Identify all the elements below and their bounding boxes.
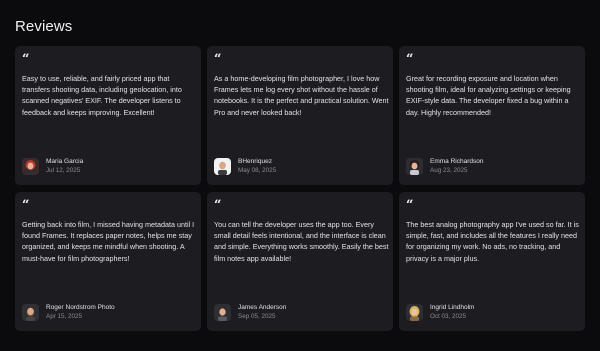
author-name: Maria Garcia	[46, 158, 84, 165]
review-card: “ Easy to use, reliable, and fairly pric…	[15, 46, 201, 185]
quote-icon: “	[406, 198, 414, 213]
avatar	[22, 157, 39, 175]
review-date: Apr 15, 2025	[46, 313, 83, 320]
review-card: “ Great for recording exposure and locat…	[399, 46, 585, 185]
page-title: Reviews	[15, 18, 73, 35]
author-name: James Anderson	[238, 304, 287, 311]
quote-icon: “	[22, 52, 30, 67]
avatar	[406, 157, 423, 175]
quote-icon: “	[214, 198, 222, 213]
review-date: Jul 12, 2025	[46, 167, 81, 174]
review-author: Emma Richardson Aug 23, 2025	[406, 157, 483, 175]
quote-icon: “	[22, 198, 30, 213]
review-card: “ You can tell the developer uses the ap…	[207, 192, 393, 331]
avatar	[22, 303, 39, 321]
quote-icon: “	[214, 52, 222, 67]
review-text: You can tell the developer uses the app …	[214, 220, 389, 263]
review-date: Sep 05, 2025	[238, 313, 276, 320]
review-author: James Anderson Sep 05, 2025	[214, 303, 286, 321]
review-author: Ingrid Lindholm Oct 03, 2025	[406, 303, 474, 321]
avatar	[406, 303, 423, 321]
review-card: “ Getting back into film, I missed havin…	[15, 192, 201, 331]
author-name: Ingrid Lindholm	[430, 304, 475, 311]
avatar	[214, 303, 231, 321]
author-name: Emma Richardson	[430, 158, 484, 165]
avatar	[214, 157, 231, 175]
review-text: The best analog photography app I've use…	[406, 220, 579, 263]
review-text: Easy to use, reliable, and fairly priced…	[22, 74, 182, 117]
review-text: As a home-developing film photographer, …	[214, 74, 389, 117]
review-date: May 08, 2025	[238, 167, 277, 174]
review-author: Roger Nordstrom Photo Apr 15, 2025	[22, 303, 115, 321]
review-date: Aug 23, 2025	[430, 167, 468, 174]
author-name: Roger Nordstrom Photo	[46, 304, 115, 311]
review-card: “ As a home-developing film photographer…	[207, 46, 393, 185]
review-date: Oct 03, 2025	[430, 313, 467, 320]
review-author: Maria Garcia Jul 12, 2025	[22, 157, 83, 175]
reviews-page: Reviews “ Easy to use, reliable, and fai…	[0, 0, 600, 351]
quote-icon: “	[406, 52, 414, 67]
reviews-grid: “ Easy to use, reliable, and fairly pric…	[15, 46, 585, 331]
author-name: BHenriquez	[238, 158, 272, 165]
review-text: Getting back into film, I missed having …	[22, 220, 195, 263]
review-text: Great for recording exposure and locatio…	[406, 74, 571, 117]
review-author: BHenriquez May 08, 2025	[214, 157, 276, 175]
review-card: “ The best analog photography app I've u…	[399, 192, 585, 331]
